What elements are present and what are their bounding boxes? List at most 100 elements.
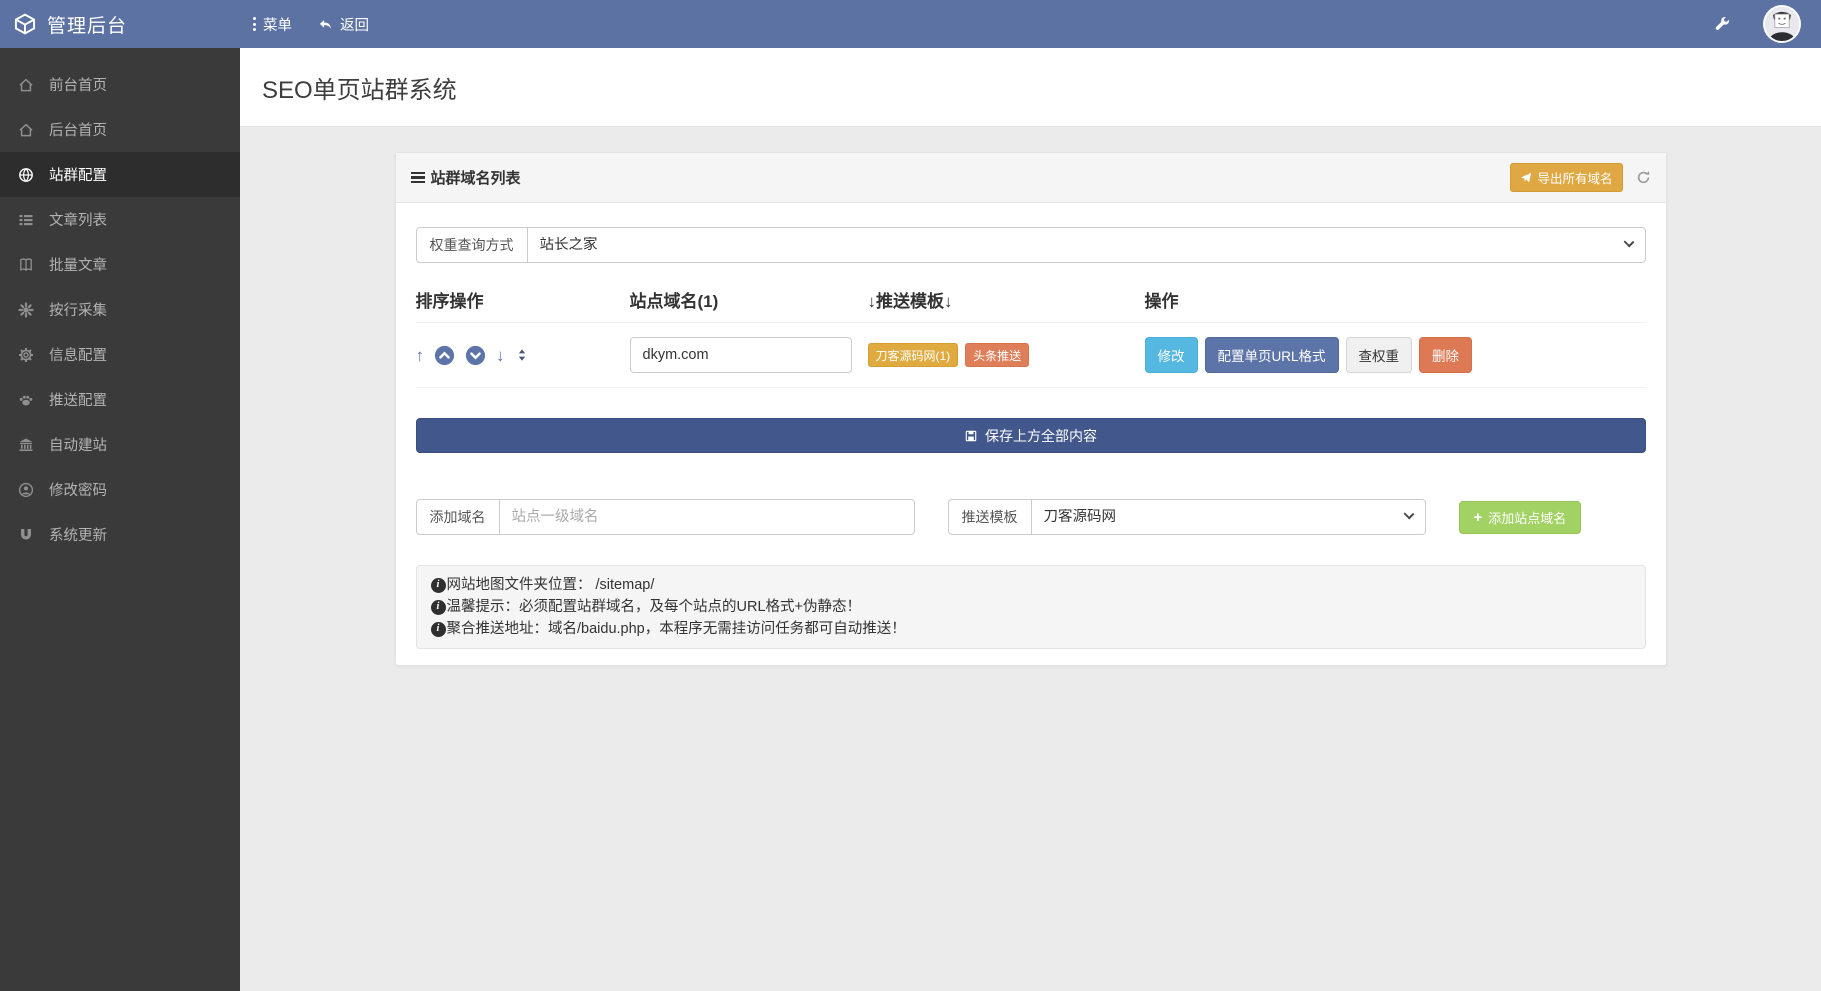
content: 站群域名列表 导出所有域名 权重查询方式 站长之家 排序操作 站点域名(1) ↓…: [240, 127, 1821, 991]
sidebar-item-front-home[interactable]: 前台首页: [0, 62, 240, 107]
info-icon: i: [430, 599, 446, 615]
sidebar-item-label: 站群配置: [49, 168, 107, 184]
col-header-domain: 站点域名(1): [629, 292, 719, 311]
note-sitemap: i 网站地图文件夹位置： /sitemap/: [430, 574, 1631, 596]
topbar: 管理后台 菜单 返回: [0, 0, 1821, 48]
floppy-icon: [965, 430, 977, 441]
note-push-address: i 聚合推送地址：域名/baidu.php，本程序无需挂访问任务都可自动推送！: [430, 618, 1631, 640]
sidebar-item-label: 按行采集: [49, 303, 107, 319]
refresh-icon[interactable]: [1636, 170, 1651, 185]
sidebar-item-label: 后台首页: [49, 123, 107, 139]
book-icon: [18, 257, 34, 273]
back-link[interactable]: 返回: [318, 14, 369, 35]
note-tip: i 温馨提示：必须配置站群域名，及每个站点的URL格式+伪静态！: [430, 596, 1631, 618]
move-bottom-icon[interactable]: ↓: [496, 347, 505, 364]
add-domain-input[interactable]: [498, 499, 915, 535]
domain-input[interactable]: [629, 337, 852, 373]
back-label: 返回: [340, 17, 369, 34]
add-domain-group: 添加域名: [415, 499, 915, 535]
move-top-icon[interactable]: ↑: [416, 347, 425, 364]
export-domains-button[interactable]: 导出所有域名: [1510, 163, 1623, 192]
export-label: 导出所有域名: [1537, 172, 1613, 186]
add-site-domain-label: 添加站点域名: [1488, 510, 1567, 526]
add-site-domain-button[interactable]: + 添加站点域名: [1458, 500, 1582, 534]
user-circle-icon: [18, 482, 34, 498]
sidebar-item-label: 推送配置: [49, 393, 107, 409]
sidebar-item-change-password[interactable]: 修改密码: [0, 467, 240, 512]
weight-query-label: 权重查询方式: [415, 227, 528, 263]
home-icon: [18, 122, 34, 138]
push-template-group: 推送模板 刀客源码网: [947, 499, 1426, 535]
circle-chevron-up-icon[interactable]: [434, 345, 455, 366]
topnav: 菜单 返回: [240, 14, 369, 35]
weight-query-select[interactable]: 站长之家: [526, 227, 1646, 263]
sort-ops: ↑ ↓: [416, 345, 630, 366]
title-band: SEO单页站群系统: [240, 48, 1821, 127]
ellipsis-v-icon: [253, 17, 256, 31]
sidebar-item-label: 信息配置: [49, 348, 107, 364]
menu-label: 菜单: [263, 17, 292, 34]
sidebar-item-label: 前台首页: [49, 78, 107, 94]
sidebar-item-label: 批量文章: [49, 258, 107, 274]
info-icon: i: [430, 621, 446, 637]
bank-icon: [18, 437, 34, 453]
col-header-actions: 操作: [1144, 292, 1179, 311]
sidebar-item-admin-home[interactable]: 后台首页: [0, 107, 240, 152]
col-header-template: ↓推送模板↓: [867, 292, 953, 311]
wrench-icon[interactable]: [1714, 16, 1731, 33]
check-weight-button[interactable]: 查权重: [1345, 337, 1413, 373]
col-header-sort: 排序操作: [415, 292, 484, 311]
template-tags: 刀客源码网(1) 头条推送: [867, 343, 1145, 367]
delete-button[interactable]: 删除: [1419, 337, 1473, 373]
sidebar-item-batch-articles[interactable]: 批量文章: [0, 242, 240, 287]
magnet-icon: [18, 527, 34, 543]
paper-plane-icon: [1521, 172, 1532, 182]
add-domain-row: 添加域名 推送模板 刀客源码网: [415, 499, 1646, 535]
panel-title: 站群域名列表: [410, 167, 521, 188]
configure-url-format-button[interactable]: 配置单页URL格式: [1204, 337, 1339, 373]
sidebar-item-article-list[interactable]: 文章列表: [0, 197, 240, 242]
toutiao-push-tag[interactable]: 头条推送: [965, 343, 1030, 367]
sidebar-item-info-config[interactable]: 信息配置: [0, 332, 240, 377]
plus-icon: +: [1473, 508, 1483, 526]
sidebar-item-label: 自动建站: [49, 438, 107, 454]
main-area: SEO单页站群系统 站群域名列表 导出所有域名 权重查询方式 站长之家 排序操作…: [240, 48, 1821, 991]
sidebar-item-label: 修改密码: [49, 483, 107, 499]
reply-icon: [319, 19, 331, 29]
template-tag[interactable]: 刀客源码网(1): [867, 343, 959, 367]
add-domain-label: 添加域名: [415, 499, 500, 535]
sidebar-item-auto-build[interactable]: 自动建站: [0, 422, 240, 467]
panel-actions: 导出所有域名: [1510, 163, 1650, 192]
sidebar-item-push-config[interactable]: 推送配置: [0, 377, 240, 422]
table-row: ↑ ↓ 刀客源码网(1) 头条推送: [415, 322, 1646, 388]
page-title: SEO单页站群系统: [262, 76, 457, 104]
push-template-label: 推送模板: [947, 499, 1032, 535]
brand-title: 管理后台: [47, 15, 128, 37]
save-all-label: 保存上方全部内容: [985, 427, 1097, 444]
panel-header: 站群域名列表 导出所有域名: [395, 153, 1666, 203]
sidebar-item-site-cluster-config[interactable]: 站群配置: [0, 152, 240, 197]
panel-body: 权重查询方式 站长之家 排序操作 站点域名(1) ↓推送模板↓ 操作 ↑ ↓ d…: [396, 203, 1666, 665]
menu-toggle[interactable]: 菜单: [253, 14, 292, 35]
hamburger-icon: [410, 171, 425, 184]
sidebar: 前台首页 后台首页 站群配置 文章列表 批量文章 按行采集 信息配置 推送配置: [0, 48, 240, 991]
push-template-select[interactable]: 刀客源码网: [1030, 499, 1426, 535]
row-actions: 修改 配置单页URL格式 查权重 删除: [1144, 337, 1646, 373]
circle-chevron-down-icon[interactable]: [465, 345, 486, 366]
sidebar-item-system-update[interactable]: 系统更新: [0, 512, 240, 557]
panel-title-text: 站群域名列表: [430, 170, 521, 187]
topbar-right: [1714, 5, 1821, 43]
sort-icon[interactable]: [515, 347, 529, 363]
avatar[interactable]: [1763, 5, 1801, 43]
brand[interactable]: 管理后台: [0, 11, 240, 38]
gear-icon: [18, 347, 34, 363]
paw-icon: [18, 392, 34, 408]
globe-icon: [18, 167, 34, 183]
info-icon: i: [430, 577, 446, 593]
sidebar-item-line-collect[interactable]: 按行采集: [0, 287, 240, 332]
edit-button[interactable]: 修改: [1144, 337, 1198, 373]
weight-query-group: 权重查询方式 站长之家: [415, 227, 1646, 263]
save-all-button[interactable]: 保存上方全部内容: [415, 418, 1646, 453]
burst-icon: [18, 301, 34, 318]
sidebar-item-label: 系统更新: [49, 528, 107, 544]
